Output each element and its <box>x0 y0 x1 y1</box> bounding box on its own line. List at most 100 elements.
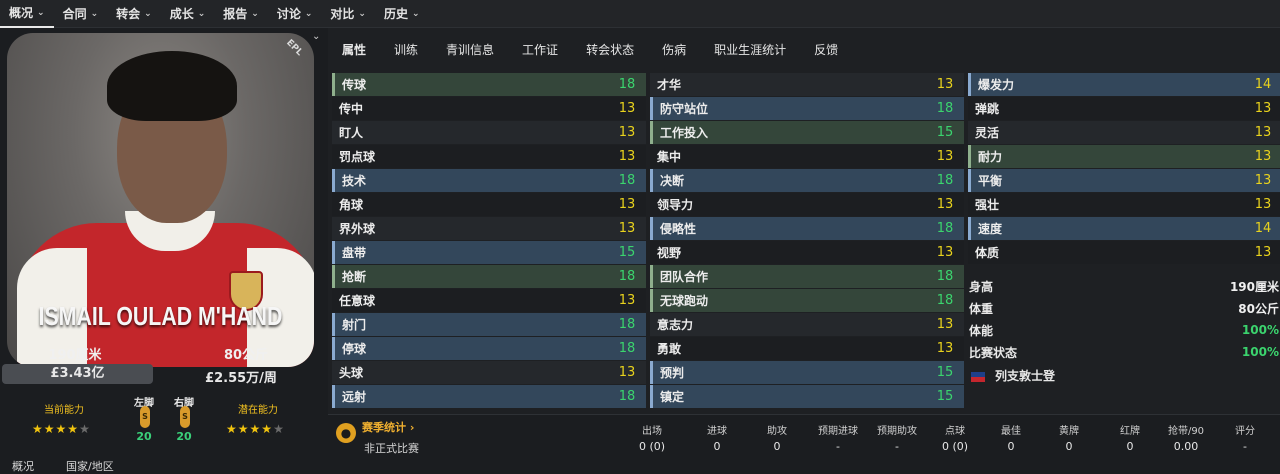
player-card: EPL ISMAIL OULAD M'HAND <box>7 33 314 367</box>
nav-item-5[interactable]: 讨论 ⌄ <box>268 0 322 28</box>
attribute-name: 传中 <box>339 102 364 116</box>
player-wage: £2.55万/周 <box>205 371 277 386</box>
chevron-down-icon: ⌄ <box>411 8 420 19</box>
attribute-value: 15 <box>936 389 954 404</box>
star-filled-icon: ★ <box>32 422 44 436</box>
attribute-row: 传球 18 <box>332 73 646 96</box>
stat-header: 进球 <box>707 426 727 437</box>
attribute-row: 防守站位 18 <box>650 97 964 120</box>
attribute-row: 头球 13 <box>332 361 646 384</box>
attribute-value: 13 <box>936 197 954 212</box>
attribute-row: 体质 13 <box>968 241 1280 264</box>
tab-overview[interactable]: 概况 <box>12 458 34 474</box>
attribute-name: 才华 <box>657 78 682 92</box>
attribute-value: 13 <box>618 293 636 308</box>
nav-item-3[interactable]: 成长 ⌄ <box>161 0 215 28</box>
nav-item-2[interactable]: 转会 ⌄ <box>107 0 161 28</box>
info-row: 体能 100% <box>969 320 1279 340</box>
nav-item-6[interactable]: 对比 ⌄ <box>321 0 375 28</box>
attribute-name: 防守站位 <box>660 102 709 116</box>
transfer-value[interactable]: £3.43亿 <box>2 364 153 384</box>
tab-4[interactable]: 转会状态 <box>572 42 648 66</box>
tab-0[interactable]: 属性 <box>328 42 380 66</box>
star-filled-icon: ★ <box>226 422 238 436</box>
attribute-name: 头球 <box>339 366 364 380</box>
nav-item-4[interactable]: 报告 ⌄ <box>214 0 268 28</box>
attribute-row: 停球 18 <box>332 337 646 360</box>
star-filled-icon: ★ <box>237 422 250 436</box>
attribute-name: 强壮 <box>975 198 1000 212</box>
attribute-row: 耐力 13 <box>968 145 1280 168</box>
stat-header: 出场 <box>642 426 662 437</box>
nav-item-label: 转会 <box>116 7 141 21</box>
tab-3[interactable]: 工作证 <box>508 42 572 66</box>
attribute-name: 灵活 <box>975 126 1000 140</box>
chevron-down-icon[interactable]: ⌄ <box>312 31 320 42</box>
tab-6[interactable]: 职业生涯统计 <box>700 42 800 66</box>
star-filled-icon: ★ <box>43 422 56 436</box>
attribute-row: 界外球 13 <box>332 217 646 240</box>
attribute-value: 13 <box>618 125 636 140</box>
attribute-row: 盯人 13 <box>332 121 646 144</box>
attribute-value: 13 <box>936 77 954 92</box>
chevron-down-icon: ⌄ <box>358 8 366 19</box>
attribute-value: 18 <box>936 293 954 308</box>
attribute-value: 13 <box>618 365 636 380</box>
attribute-row: 预判 15 <box>650 361 964 384</box>
player-weight: 80公斤 <box>223 348 269 363</box>
info-label: 体重 <box>969 301 994 316</box>
nation-row[interactable]: 列支敦士登 <box>971 367 1055 384</box>
info-label: 比赛状态 <box>969 345 1018 360</box>
stat-header: 黄牌 <box>1059 426 1079 437</box>
stat-value: 0 (0) <box>638 440 666 453</box>
attribute-name: 耐力 <box>978 150 1003 164</box>
stat-header: 抢带/90 <box>1167 426 1205 437</box>
stat-header: 预期助攻 <box>877 426 917 437</box>
tab-nation[interactable]: 国家/地区 <box>66 458 114 474</box>
attribute-row: 传中 13 <box>332 97 646 120</box>
attribute-name: 罚点球 <box>339 150 376 164</box>
current-ability-label: 当前能力 <box>44 405 84 416</box>
tab-5[interactable]: 伤病 <box>648 42 700 66</box>
attribute-row: 弹跳 13 <box>968 97 1280 120</box>
attribute-value: 18 <box>618 77 636 92</box>
attribute-row: 团队合作 18 <box>650 265 964 288</box>
nav-item-1[interactable]: 合同 ⌄ <box>54 0 108 28</box>
attribute-name: 传球 <box>342 78 367 92</box>
attribute-value: 13 <box>618 101 636 116</box>
info-value: 190厘米 <box>1229 279 1279 294</box>
attribute-value: 15 <box>618 245 636 260</box>
attribute-name: 抢断 <box>342 270 367 284</box>
attribute-name: 界外球 <box>339 222 376 236</box>
league-badge: EPL <box>284 37 305 59</box>
attribute-value: 13 <box>618 221 636 236</box>
player-name: ISMAIL OULAD M'HAND <box>38 301 283 331</box>
stat-value: - <box>1243 440 1247 453</box>
attribute-row: 爆发力 14 <box>968 73 1280 96</box>
tab-1[interactable]: 训练 <box>380 42 432 66</box>
current-ability-stars: ★★★★★ <box>32 422 91 436</box>
attribute-name: 弹跳 <box>975 102 1000 116</box>
attribute-value: 18 <box>936 269 954 284</box>
stat-value: 0.00 <box>1173 440 1199 453</box>
nation-name: 列支敦士登 <box>995 369 1056 383</box>
attribute-name: 意志力 <box>657 318 694 332</box>
nav-item-label: 概况 <box>9 6 34 20</box>
attribute-value: 13 <box>936 245 954 260</box>
nav-item-0[interactable]: 概况 ⌄ <box>0 0 54 28</box>
attribute-row: 侵略性 18 <box>650 217 964 240</box>
attribute-name: 勇敢 <box>657 342 682 356</box>
attribute-value: 13 <box>936 317 954 332</box>
attribute-row: 射门 18 <box>332 313 646 336</box>
info-label: 身高 <box>969 279 994 294</box>
tab-2[interactable]: 青训信息 <box>432 42 508 66</box>
nav-item-7[interactable]: 历史 ⌄ <box>375 0 429 28</box>
attribute-name: 集中 <box>657 150 682 164</box>
tab-7[interactable]: 反馈 <box>800 42 852 66</box>
stats-row-label: 非正式比赛 <box>364 442 419 455</box>
attribute-value: 14 <box>1254 221 1272 236</box>
season-stats-link[interactable]: 赛季统计 › <box>362 419 414 435</box>
attribute-row: 工作投入 15 <box>650 121 964 144</box>
attribute-name: 无球跑动 <box>660 294 709 308</box>
attribute-name: 侵略性 <box>660 222 697 236</box>
